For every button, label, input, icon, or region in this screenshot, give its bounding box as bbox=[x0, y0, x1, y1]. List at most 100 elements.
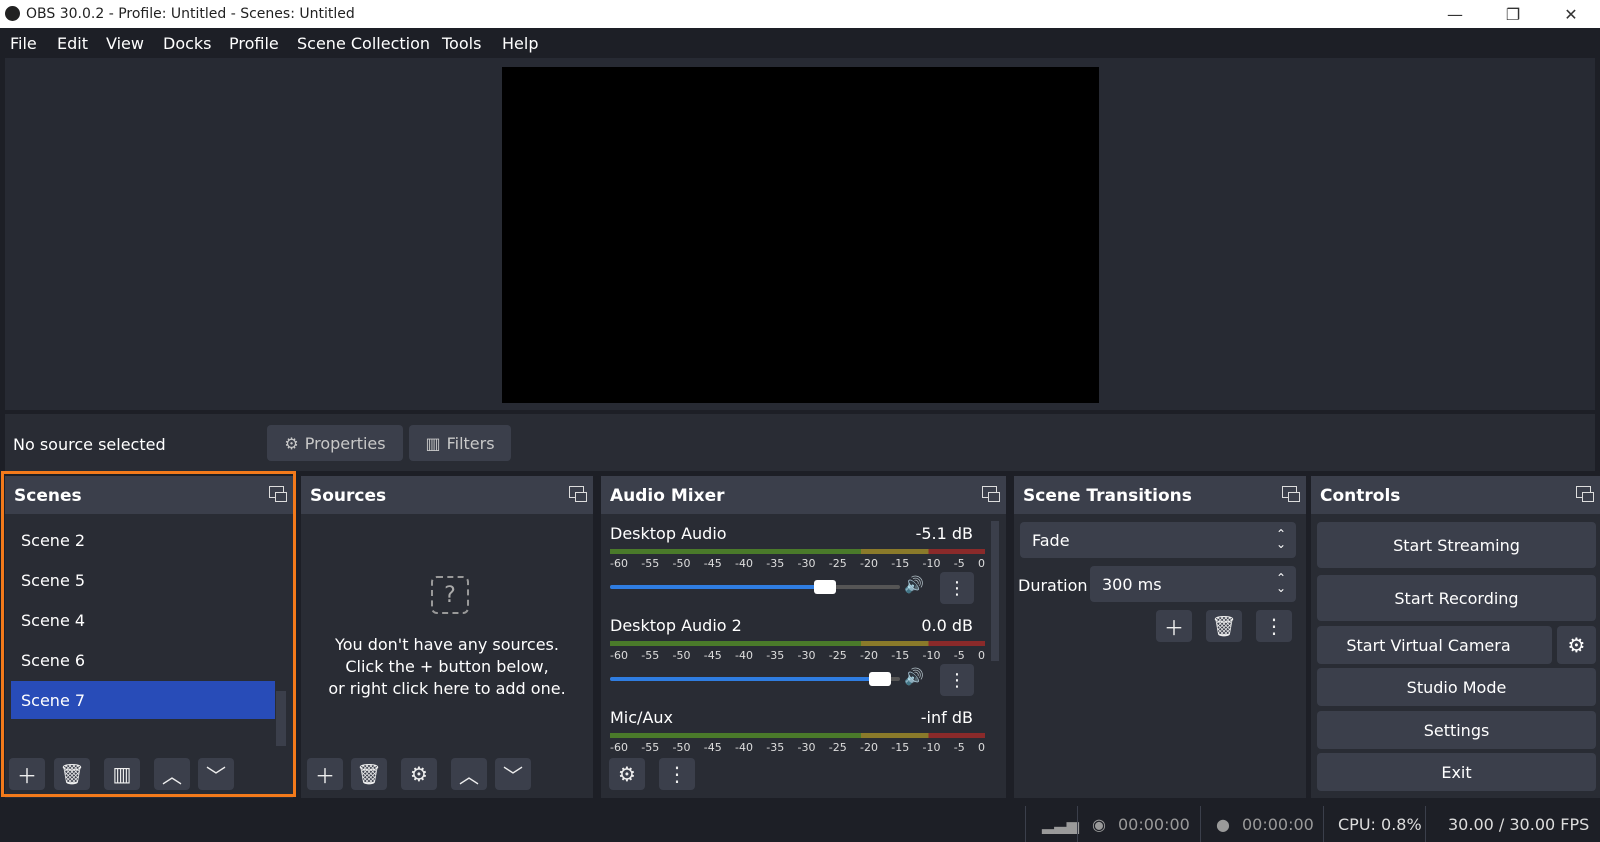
add-source-button[interactable]: ＋ bbox=[307, 758, 343, 790]
meter-tick: -35 bbox=[766, 649, 785, 662]
settings-button[interactable]: Settings bbox=[1317, 711, 1596, 749]
preview-canvas[interactable] bbox=[502, 67, 1099, 403]
source-properties-button[interactable]: ⚙ bbox=[401, 758, 437, 790]
sources-empty-line: or right click here to add one. bbox=[328, 679, 566, 698]
float-dock-icon[interactable] bbox=[569, 486, 587, 502]
start-streaming-button[interactable]: Start Streaming bbox=[1317, 522, 1596, 568]
menu-file[interactable]: File bbox=[10, 34, 37, 53]
start-recording-button[interactable]: Start Recording bbox=[1317, 575, 1596, 621]
float-dock-icon[interactable] bbox=[1576, 486, 1594, 502]
meter-tick: -5 bbox=[953, 741, 965, 754]
duration-spinbox[interactable]: 300 ms ⌃ ⌄ bbox=[1090, 566, 1296, 602]
studio-mode-button[interactable]: Studio Mode bbox=[1317, 668, 1596, 706]
more-vertical-icon: ⋮ bbox=[1264, 614, 1284, 638]
meter-ticks: -60 -55 -50 -45 -40 -35 -30 -25 -20 -15 -10 -5 0 bbox=[610, 649, 985, 663]
volume-meter bbox=[610, 549, 985, 554]
speaker-icon[interactable]: 🔊 bbox=[904, 667, 924, 686]
transition-select[interactable]: Fade ⌃ ⌄ bbox=[1020, 522, 1296, 558]
meter-tick: 0 bbox=[978, 741, 985, 754]
sources-dock: Sources ? You don't have any sources. Cl… bbox=[301, 476, 593, 798]
volume-slider-fill bbox=[610, 585, 825, 589]
start-virtual-camera-button[interactable]: Start Virtual Camera bbox=[1317, 626, 1552, 664]
plus-icon: ＋ bbox=[1164, 615, 1184, 640]
volume-slider[interactable] bbox=[610, 580, 900, 594]
speaker-icon[interactable]: 🔊 bbox=[904, 575, 924, 594]
context-bar: No source selected ⚙ Properties ▥ Filter… bbox=[5, 414, 1595, 471]
meter-tick: -45 bbox=[703, 649, 722, 662]
stream-time: 00:00:00 bbox=[1118, 815, 1190, 834]
status-separator bbox=[1200, 806, 1201, 842]
volume-slider[interactable] bbox=[610, 672, 900, 686]
sources-empty-line: Click the + button below, bbox=[345, 657, 549, 676]
menu-profile[interactable]: Profile bbox=[229, 34, 279, 53]
properties-button[interactable]: ⚙ Properties bbox=[267, 425, 403, 461]
meter-tick: -10 bbox=[922, 649, 941, 662]
minimize-button[interactable]: — bbox=[1426, 0, 1484, 28]
float-dock-icon[interactable] bbox=[982, 486, 1000, 502]
audio-channel: Desktop Audio -5.1 dB -60 -55 -50 -45 -40 -35 -3… bbox=[601, 524, 991, 614]
menu-docks[interactable]: Docks bbox=[163, 34, 212, 53]
add-transition-button[interactable]: ＋ bbox=[1156, 610, 1192, 642]
question-icon: ? bbox=[431, 576, 469, 614]
audio-mixer-header: Audio Mixer bbox=[601, 476, 1006, 514]
chevron-up-icon: ︿ bbox=[459, 763, 479, 788]
audio-channel: Mic/Aux -inf dB -60 -55 -50 -45 -40 -35 -30 -25 -2… bbox=[601, 708, 991, 756]
move-source-up-button[interactable]: ︿ bbox=[451, 758, 487, 790]
remove-source-button[interactable]: 🗑 bbox=[351, 758, 387, 790]
record-time: 00:00:00 bbox=[1242, 815, 1314, 834]
meter-tick: 0 bbox=[978, 557, 985, 570]
title-bar: OBS 30.0.2 - Profile: Untitled - Scenes:… bbox=[0, 0, 1600, 28]
transition-menu-button[interactable]: ⋮ bbox=[1256, 610, 1292, 642]
menu-help[interactable]: Help bbox=[502, 34, 538, 53]
status-separator bbox=[1025, 806, 1026, 842]
more-vertical-icon: ⋮ bbox=[948, 669, 966, 691]
meter-tick: -20 bbox=[860, 649, 878, 662]
channel-menu-button[interactable]: ⋮ bbox=[940, 572, 974, 604]
audio-menu-button[interactable]: ⋮ bbox=[659, 758, 695, 790]
audio-scrollbar[interactable] bbox=[991, 521, 999, 661]
meter-tick: -60 bbox=[610, 557, 628, 570]
scene-transitions-dock: Scene Transitions Fade ⌃ ⌄ Duration 300 m… bbox=[1014, 476, 1306, 798]
sources-empty-line: You don't have any sources. bbox=[335, 635, 559, 654]
source-status: No source selected bbox=[13, 435, 166, 454]
meter-tick: -25 bbox=[828, 741, 847, 754]
advanced-audio-button[interactable]: ⚙ bbox=[609, 758, 645, 790]
cpu-usage: CPU: 0.8% bbox=[1338, 815, 1422, 834]
volume-slider-knob[interactable] bbox=[868, 672, 891, 686]
meter-tick: -35 bbox=[766, 557, 785, 570]
spin-arrows-icon[interactable]: ⌃ ⌄ bbox=[1276, 572, 1286, 594]
sources-empty-message[interactable]: You don't have any sources. Click the + … bbox=[301, 634, 593, 700]
channel-db: 0.0 dB bbox=[921, 616, 973, 635]
meter-tick: 0 bbox=[978, 649, 985, 662]
meter-tick: -20 bbox=[860, 741, 878, 754]
volume-slider-knob[interactable] bbox=[813, 580, 836, 594]
virtual-camera-settings-button[interactable]: ⚙ bbox=[1557, 626, 1596, 664]
meter-tick: -50 bbox=[672, 557, 691, 570]
remove-transition-button[interactable]: 🗑 bbox=[1206, 610, 1242, 642]
menu-view[interactable]: View bbox=[106, 34, 144, 53]
filters-button[interactable]: ▥ Filters bbox=[409, 425, 511, 461]
menu-tools[interactable]: Tools bbox=[442, 34, 481, 53]
filters-label: Filters bbox=[446, 433, 495, 453]
move-source-down-button[interactable]: ﹀ bbox=[495, 758, 531, 790]
gear-icon: ⚙ bbox=[284, 433, 299, 453]
maximize-button[interactable]: ❐ bbox=[1484, 0, 1542, 28]
menu-edit[interactable]: Edit bbox=[57, 34, 88, 53]
menu-scene-collection[interactable]: Scene Collection bbox=[297, 34, 430, 53]
exit-button[interactable]: Exit bbox=[1317, 753, 1596, 791]
meter-tick: -40 bbox=[735, 649, 753, 662]
audio-mixer-title: Audio Mixer bbox=[610, 486, 725, 506]
meter-tick: -30 bbox=[797, 741, 816, 754]
channel-menu-button[interactable]: ⋮ bbox=[940, 664, 974, 696]
meter-tick: -55 bbox=[641, 649, 660, 662]
meter-tick: -30 bbox=[797, 649, 816, 662]
status-separator bbox=[1323, 806, 1324, 842]
float-dock-icon[interactable] bbox=[1282, 486, 1300, 502]
close-button[interactable]: ✕ bbox=[1542, 0, 1600, 28]
meter-tick: -60 bbox=[610, 649, 628, 662]
meter-ticks: -60 -55 -50 -45 -40 -35 -30 -25 -20 -15 -10 -5 0 bbox=[610, 741, 985, 755]
channel-db: -5.1 dB bbox=[915, 524, 973, 543]
meter-tick: -5 bbox=[953, 557, 965, 570]
meter-tick: -5 bbox=[953, 649, 965, 662]
window-title: OBS 30.0.2 - Profile: Untitled - Scenes:… bbox=[26, 6, 355, 22]
